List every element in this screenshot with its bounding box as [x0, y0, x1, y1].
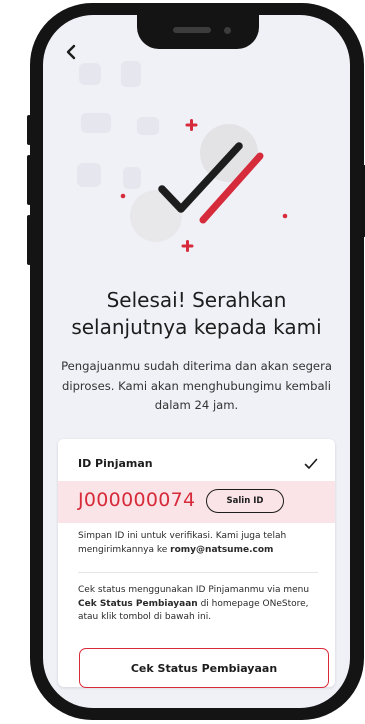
page-title: Selesai! Serahkan selanjutnya kepada kam…	[43, 287, 350, 341]
app-screen: Selesai! Serahkan selanjutnya kepada kam…	[43, 15, 350, 708]
check-status-button[interactable]: Cek Status Pembiayaan	[79, 648, 329, 688]
loan-id-highlight: J000000074 Salin ID	[58, 481, 335, 523]
phone-notch	[137, 15, 259, 49]
volume-button	[27, 115, 31, 145]
status-menu-name: Cek Status Pembiayaan	[78, 598, 198, 609]
divider	[78, 572, 318, 573]
page-title-line: Selesai! Serahkan	[106, 288, 287, 312]
loan-id-value: J000000074	[78, 489, 196, 511]
speaker-grille	[173, 27, 211, 33]
front-camera	[224, 27, 231, 34]
copy-id-button[interactable]: Salin ID	[206, 489, 284, 513]
page-title-line: selanjutnya kepada kami	[71, 315, 322, 339]
confirmation-message: Pengajuanmu sudah diterima dan akan sege…	[61, 359, 332, 412]
checkmark-icon	[304, 458, 318, 469]
loan-id-card: ID Pinjaman J000000074 Salin ID Simpan I…	[58, 439, 335, 688]
volume-button	[27, 155, 31, 205]
loan-id-label: ID Pinjaman	[78, 457, 153, 470]
status-instructions-text: Cek status menggunakan ID Pinjamanmu via…	[78, 585, 310, 595]
success-checkmark-illustration	[120, 119, 288, 252]
volume-button	[27, 215, 31, 265]
verification-note: Simpan ID ini untuk verifikasi. Kami jug…	[78, 530, 323, 557]
status-instructions: Cek status menggunakan ID Pinjamanmu via…	[78, 584, 323, 625]
email-address: romy@natsume.com	[170, 544, 274, 555]
